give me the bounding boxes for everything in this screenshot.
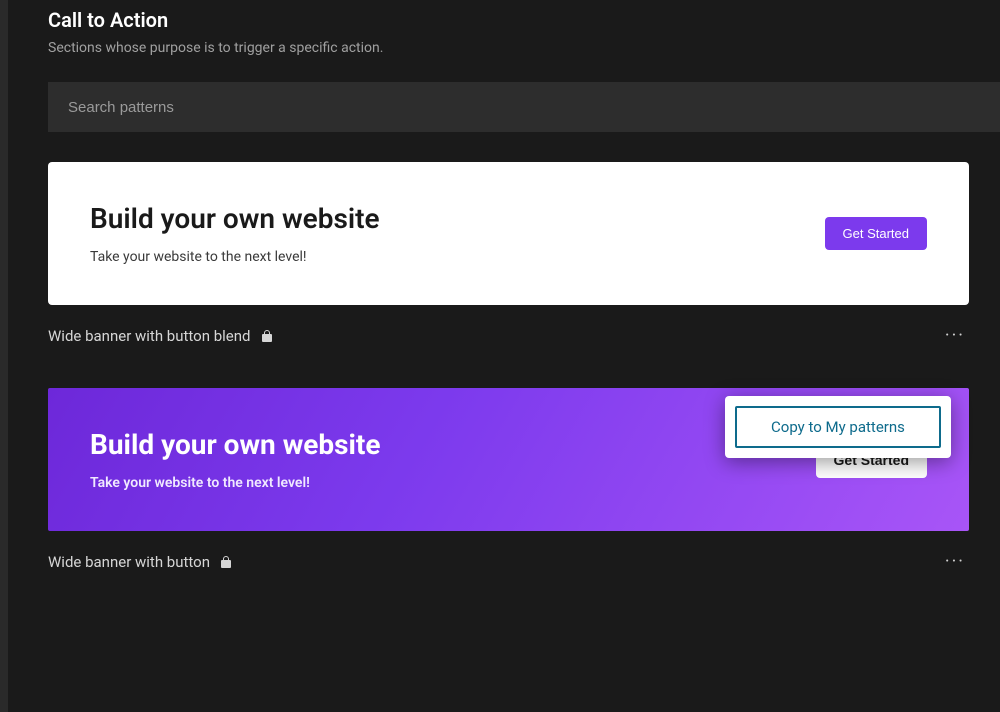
lock-icon xyxy=(261,329,273,343)
pattern-title: Build your own website xyxy=(90,202,380,235)
pattern-label: Wide banner with button xyxy=(48,553,232,571)
context-menu: Copy to My patterns xyxy=(725,396,951,458)
sidebar-edge xyxy=(0,0,8,712)
pattern-card-text: Build your own website Take your website… xyxy=(90,202,380,265)
more-icon[interactable]: ··· xyxy=(943,551,967,572)
pattern-label-text: Wide banner with button blend xyxy=(48,327,251,345)
pattern-label-text: Wide banner with button xyxy=(48,553,210,571)
pattern-title: Build your own website xyxy=(90,428,381,461)
pattern-label-row: Wide banner with button ··· xyxy=(48,551,969,572)
page-subtitle: Sections whose purpose is to trigger a s… xyxy=(48,40,1000,56)
pattern-label-row: Wide banner with button blend ··· xyxy=(48,325,969,346)
pattern-card-text: Build your own website Take your website… xyxy=(90,428,381,491)
main-content: Call to Action Sections whose purpose is… xyxy=(0,0,1000,572)
search-input[interactable] xyxy=(48,82,1000,132)
lock-icon xyxy=(220,555,232,569)
pattern-label: Wide banner with button blend xyxy=(48,327,273,345)
pattern-subtext: Take your website to the next level! xyxy=(90,475,381,491)
more-icon[interactable]: ··· xyxy=(943,325,967,346)
get-started-button[interactable]: Get Started xyxy=(825,217,927,250)
pattern-subtext: Take your website to the next level! xyxy=(90,249,380,265)
page-title: Call to Action xyxy=(48,8,1000,32)
copy-to-my-patterns-button[interactable]: Copy to My patterns xyxy=(735,406,941,448)
pattern-card-white[interactable]: Build your own website Take your website… xyxy=(48,162,969,305)
